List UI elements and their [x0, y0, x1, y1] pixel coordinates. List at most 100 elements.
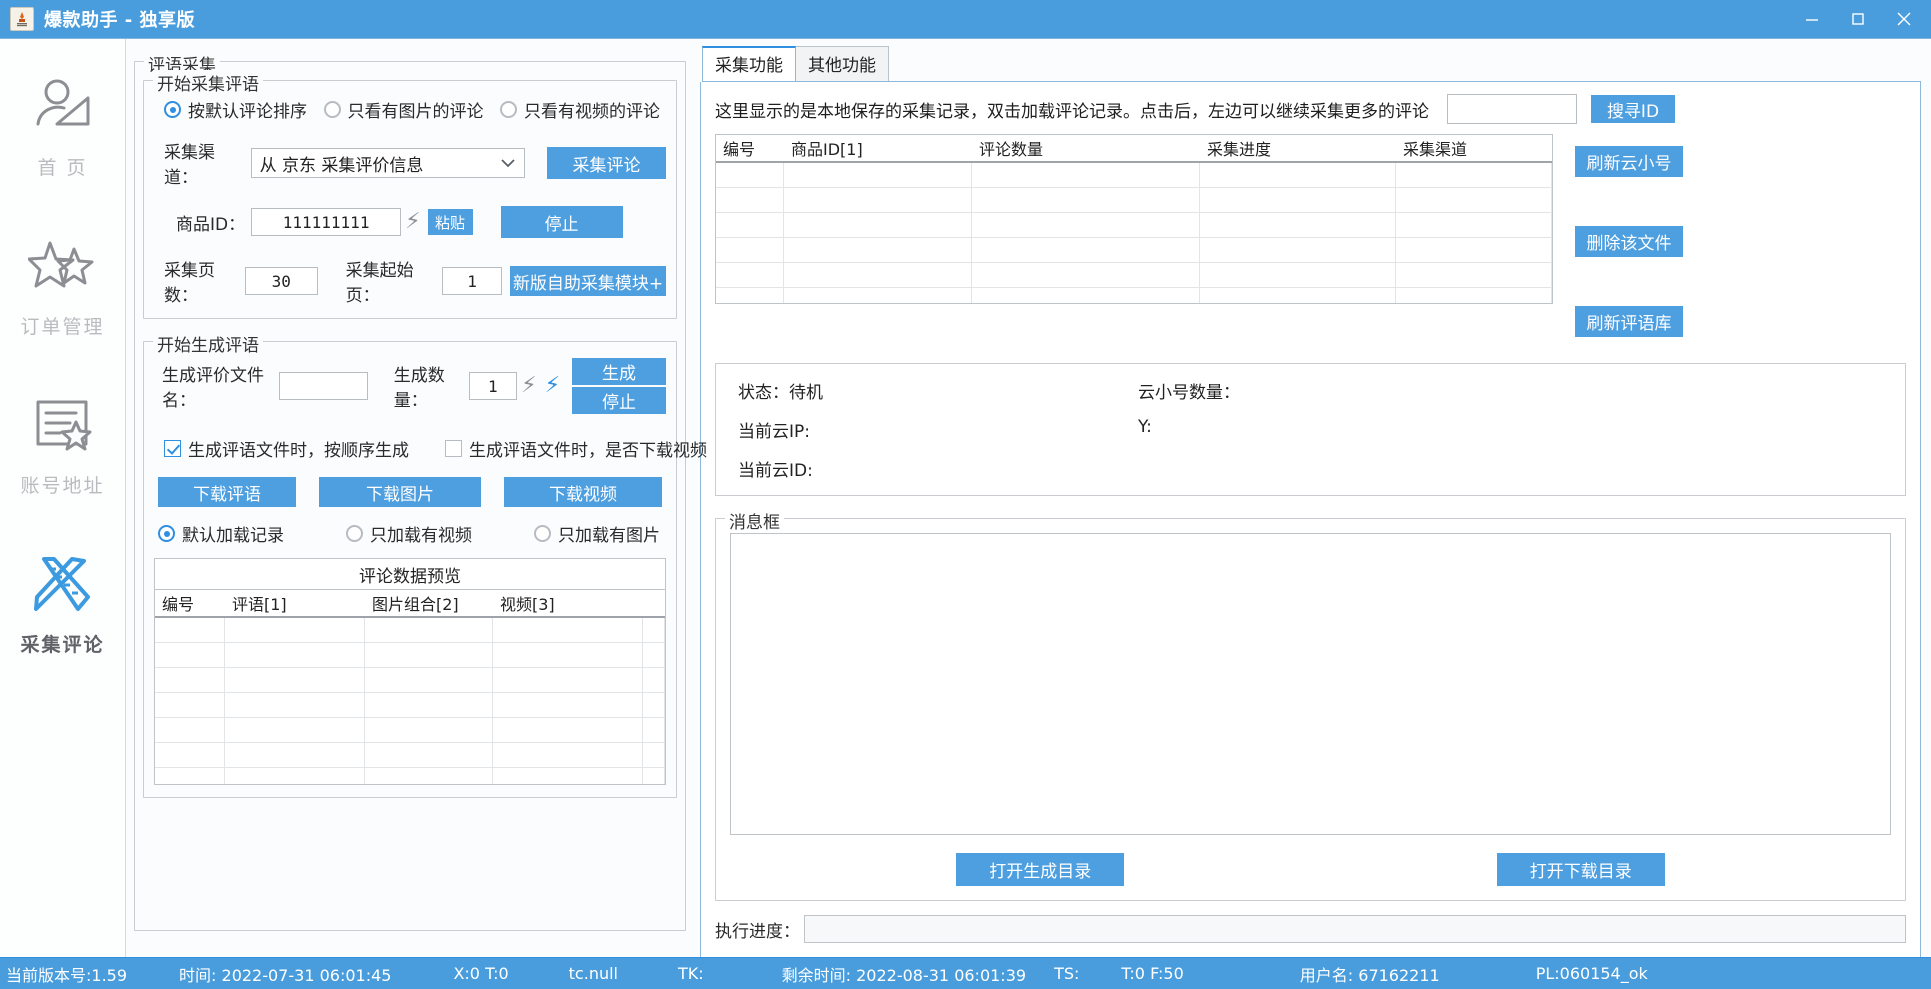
download-comment-button[interactable]: 下载评语 [158, 477, 296, 507]
radio-video-only[interactable]: 只看有视频的评论 [500, 97, 660, 122]
document-star-icon [27, 391, 99, 463]
radio-indicator [164, 101, 181, 118]
main-body: 首 页 订单管理 账号地址 [0, 38, 1931, 958]
channel-select[interactable]: 从 京东 采集评价信息 [251, 148, 526, 178]
preview-table-header: 编号 评语[1] 图片组合[2] 视频[3] [155, 590, 665, 618]
radio-indicator [534, 525, 551, 542]
preview-section: 评论数据预览 编号 评语[1] 图片组合[2] 视频[3] [154, 558, 666, 785]
open-generate-dir-button[interactable]: 打开生成目录 [956, 853, 1124, 886]
records-area: 编号 商品ID[1] 评论数量 采集进度 采集渠道 刷新云小号 删除该文件 [715, 134, 1906, 337]
download-video-button[interactable]: 下载视频 [504, 477, 662, 507]
generate-button[interactable]: 生成 [572, 358, 666, 385]
message-box-group: 消息框 打开生成目录 打开下载目录 [715, 518, 1906, 901]
preview-col-3: 视频[3] [493, 591, 643, 615]
table-row[interactable] [716, 213, 1552, 238]
sidebar-item-order-management[interactable]: 订单管理 [0, 232, 125, 339]
records-table[interactable]: 编号 商品ID[1] 评论数量 采集进度 采集渠道 [715, 134, 1553, 304]
tab-panel-collect: 这里显示的是本地保存的采集记录，双击加载评论记录。点击后，左边可以继续采集更多的… [700, 82, 1921, 958]
table-row[interactable] [155, 643, 665, 668]
records-hint: 这里显示的是本地保存的采集记录，双击加载评论记录。点击后，左边可以继续采集更多的… [715, 97, 1429, 122]
preview-col-2: 图片组合[2] [365, 591, 493, 615]
sidebar-item-collect-comments[interactable]: 采集评论 [0, 550, 125, 657]
table-row[interactable] [716, 263, 1552, 288]
status-y: Y: [1138, 417, 1152, 442]
radio-default-sort[interactable]: 按默认评论排序 [164, 97, 307, 122]
new-auto-collect-module-button[interactable]: 新版自助采集模块+ [510, 266, 666, 296]
sidebar-item-account-address[interactable]: 账号地址 [0, 391, 125, 498]
window-title: 爆款助手 - 独享版 [44, 6, 195, 32]
status-row-id: 当前云ID: [738, 456, 1883, 481]
table-row[interactable] [155, 768, 665, 785]
pages-input[interactable]: 30 [245, 267, 318, 295]
progress-bar [804, 915, 1906, 943]
double-star-icon [27, 232, 99, 304]
open-download-dir-button[interactable]: 打开下载目录 [1497, 853, 1665, 886]
start-collect-group-title: 开始采集评语 [153, 70, 263, 95]
message-box-title: 消息框 [725, 508, 784, 533]
status-username: 用户名: 67162211 [1300, 962, 1440, 986]
status-cloud-ip: 当前云IP: [738, 417, 1138, 442]
stop-collect-button[interactable]: 停止 [501, 206, 623, 238]
checkbox-label: 生成评语文件时，按顺序生成 [188, 436, 409, 461]
right-panel: 采集功能 其他功能 这里显示的是本地保存的采集记录，双击加载评论记录。点击后，左… [692, 39, 1931, 958]
tab-collect-function[interactable]: 采集功能 [702, 46, 796, 81]
sidebar-item-home[interactable]: 首 页 [0, 73, 125, 180]
records-col-4: 采集渠道 [1396, 136, 1552, 160]
start-collect-group: 开始采集评语 按默认评论排序 只看有图片的评论 [143, 80, 677, 319]
table-row[interactable] [716, 238, 1552, 263]
radio-image-only[interactable]: 只看有图片的评论 [324, 97, 484, 122]
start-page-input[interactable]: 1 [442, 267, 502, 295]
preview-col-1: 评语[1] [225, 591, 365, 615]
radio-label: 只加载有视频 [370, 521, 472, 546]
radio-load-video-only[interactable]: 只加载有视频 [346, 521, 472, 546]
table-row[interactable] [155, 718, 665, 743]
records-col-1: 商品ID[1] [784, 136, 972, 160]
refresh-cloud-account-button[interactable]: 刷新云小号 [1575, 146, 1683, 177]
generate-filename-input[interactable] [279, 372, 368, 400]
records-side-buttons: 刷新云小号 删除该文件 刷新评语库 [1575, 134, 1683, 337]
checkbox-sequential-generate[interactable]: 生成评语文件时，按顺序生成 [164, 436, 409, 461]
paste-button[interactable]: 粘贴 [428, 209, 473, 235]
message-textarea[interactable] [730, 533, 1891, 835]
table-row[interactable] [155, 743, 665, 768]
tab-strip: 采集功能 其他功能 [702, 51, 1921, 82]
table-row[interactable] [716, 188, 1552, 213]
status-time: 时间: 2022-07-31 06:01:45 [179, 962, 391, 986]
search-id-input[interactable] [1447, 94, 1577, 124]
table-row[interactable] [155, 668, 665, 693]
hint-search-row: 这里显示的是本地保存的采集记录，双击加载评论记录。点击后，左边可以继续采集更多的… [715, 94, 1906, 124]
tab-other-function[interactable]: 其他功能 [795, 46, 889, 81]
delete-file-button[interactable]: 删除该文件 [1575, 226, 1683, 257]
preview-table[interactable]: 编号 评语[1] 图片组合[2] 视频[3] [154, 589, 666, 785]
checkbox-label: 生成评语文件时，是否下载视频 [469, 436, 707, 461]
pages-label: 采集页数： [164, 256, 241, 306]
records-table-header: 编号 商品ID[1] 评论数量 采集进度 采集渠道 [716, 135, 1552, 163]
table-row[interactable] [716, 163, 1552, 188]
maximize-icon[interactable] [1835, 0, 1881, 38]
product-id-input[interactable]: 111111111 [251, 208, 401, 236]
checkbox-download-video[interactable]: 生成评语文件时，是否下载视频 [445, 436, 707, 461]
radio-indicator [158, 525, 175, 542]
product-id-row: 商品ID： 111111111 ⚡ 粘贴 停止 [154, 206, 666, 238]
search-id-button[interactable]: 搜寻ID [1591, 95, 1675, 123]
generate-stop-button[interactable]: 停止 [572, 387, 666, 414]
generate-checkbox-row: 生成评语文件时，按顺序生成 生成评语文件时，是否下载视频 [154, 436, 666, 461]
status-tk: TK: [678, 964, 704, 983]
radio-label: 只加载有图片 [558, 521, 660, 546]
sidebar-item-label: 采集评论 [20, 630, 104, 657]
close-icon[interactable] [1881, 0, 1927, 38]
channel-select-value: 从 京东 采集评价信息 [260, 151, 424, 176]
generate-count-input[interactable]: 1 [469, 372, 518, 400]
status-tf: T:0 F:50 [1121, 964, 1183, 983]
refresh-comment-library-button[interactable]: 刷新评语库 [1575, 306, 1683, 337]
table-row[interactable] [716, 288, 1552, 304]
radio-load-image-only[interactable]: 只加载有图片 [534, 521, 660, 546]
radio-default-load[interactable]: 默认加载记录 [158, 521, 284, 546]
collect-comments-button[interactable]: 采集评论 [547, 147, 666, 179]
download-image-button[interactable]: 下载图片 [319, 477, 481, 507]
table-row[interactable] [155, 693, 665, 718]
minimize-icon[interactable] [1789, 0, 1835, 38]
table-row[interactable] [155, 618, 665, 643]
preview-caption: 评论数据预览 [154, 558, 666, 589]
status-info-box: 状态：待机 云小号数量： 当前云IP: Y: 当前云ID: [715, 363, 1906, 496]
